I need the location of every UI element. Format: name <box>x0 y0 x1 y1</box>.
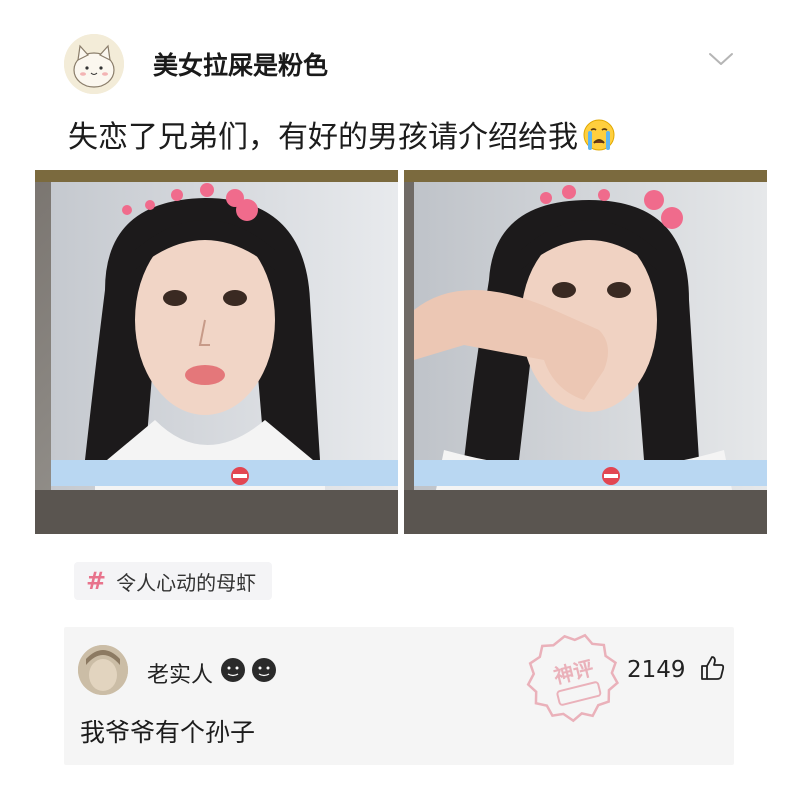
topic-tag[interactable]: # 令人心动的母虾 <box>74 562 273 600</box>
selfie-photo-2[interactable] <box>404 170 767 534</box>
top-comment: 老实人 神评 2149 我爷爷有个孙子 <box>64 627 734 765</box>
comment-text: 我爷爷有个孙子 <box>80 718 256 747</box>
thumbs-up-icon[interactable] <box>698 654 726 682</box>
comment-username[interactable]: 老实人 <box>147 657 213 689</box>
post-text: 失恋了兄弟们，有好的男孩请介绍给我 <box>68 112 616 156</box>
black-face-emoji <box>252 658 276 682</box>
chevron-down-icon[interactable] <box>706 48 736 70</box>
black-face-emoji <box>221 658 245 682</box>
like-count: 2149 <box>627 657 686 683</box>
comment-avatar[interactable] <box>78 645 128 695</box>
selfie-photo-1[interactable] <box>35 170 398 534</box>
god-comment-stamp: 神评 <box>526 633 620 723</box>
post-text-content: 失恋了兄弟们，有好的男孩请介绍给我 <box>68 120 578 155</box>
post-username[interactable]: 美女拉屎是粉色 <box>153 46 328 82</box>
user-avatar[interactable] <box>64 34 124 94</box>
hashtag-icon: # <box>86 567 107 595</box>
topic-label: 令人心动的母虾 <box>116 570 257 595</box>
crying-face-emoji <box>583 119 615 151</box>
